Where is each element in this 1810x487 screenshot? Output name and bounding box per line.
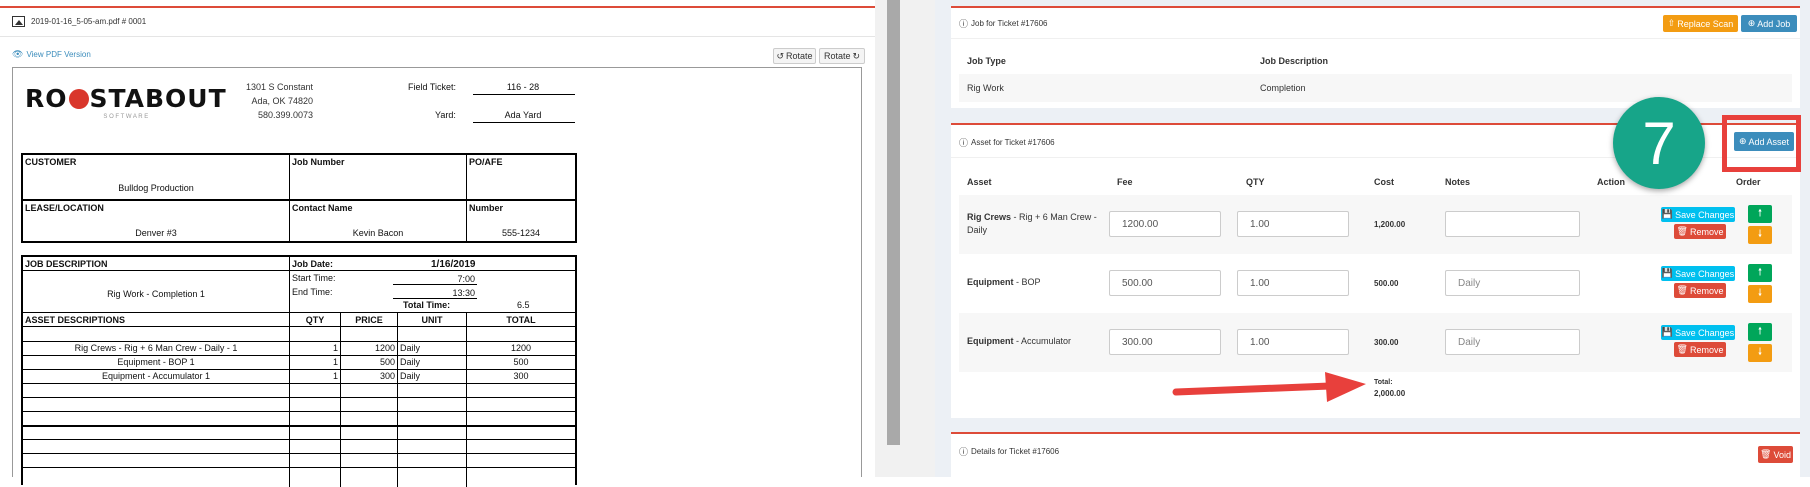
notes-input[interactable] <box>1445 211 1580 237</box>
cost-value: 300.00 <box>1374 338 1399 347</box>
asset-panel-title: ⓘ Asset for Ticket #17606 <box>959 138 1055 148</box>
job-desc-header: Job Description <box>1260 56 1329 66</box>
lease-value: Denver #3 <box>135 228 177 238</box>
arrow-down-icon: 🠗 <box>1757 228 1763 240</box>
arrow-down-icon: 🠗 <box>1757 287 1763 299</box>
save-icon: 💾 <box>1661 327 1674 337</box>
cost-value: 1,200.00 <box>1374 220 1406 229</box>
move-up-button[interactable]: 🠕 <box>1748 264 1772 282</box>
save-changes-button[interactable]: 💾 Save Changes <box>1661 207 1735 222</box>
job-date-value: 1/16/2019 <box>431 259 476 270</box>
yard-value: Ada Yard <box>504 110 542 120</box>
trash-icon: 🗑 <box>1676 285 1688 295</box>
notes-input[interactable]: Daily <box>1445 270 1580 296</box>
rotate-left-icon: ↺ <box>776 50 784 61</box>
qty-input[interactable]: 1.00 <box>1237 211 1349 237</box>
arrow-down-icon: 🠗 <box>1757 346 1763 358</box>
move-up-button[interactable]: 🠕 <box>1748 323 1772 341</box>
move-up-button[interactable]: 🠕 <box>1748 205 1772 223</box>
fee-input[interactable]: 300.00 <box>1109 329 1221 355</box>
image-icon <box>12 16 25 27</box>
asset-row: Equipment - BOP 500.00 1.00 500.00 Daily… <box>959 254 1792 313</box>
remove-button[interactable]: 🗑 Remove <box>1674 224 1726 239</box>
upload-icon: ⇧ <box>1667 18 1676 28</box>
job-asset-box: JOB DESCRIPTION Rig Work - Completion 1 … <box>21 255 577 487</box>
file-header: 2019-01-16_5-05-am.pdf # 0001 <box>12 16 146 27</box>
arrow-up-icon: 🠕 <box>1757 325 1763 337</box>
asset-total: Total: 2,000.00 <box>1374 379 1406 398</box>
arrow-up-icon: 🠕 <box>1757 266 1763 278</box>
number-value: 555-1234 <box>501 228 541 238</box>
annotation-arrow-icon <box>1172 372 1366 402</box>
remove-button[interactable]: 🗑 Remove <box>1674 283 1726 298</box>
plus-circle-icon: ⊕ <box>1738 136 1747 146</box>
panel-top-rule <box>0 6 875 8</box>
document-page: RO STABOUT S O F T W A R E 1301 S Consta… <box>12 67 862 487</box>
total-time-value: 6.5 <box>517 300 530 310</box>
job-type-header: Job Type <box>967 56 1006 66</box>
save-changes-button[interactable]: 💾 Save Changes <box>1661 266 1735 281</box>
file-name: 2019-01-16_5-05-am.pdf # 0001 <box>31 17 147 26</box>
arrow-up-icon: 🠕 <box>1757 207 1763 219</box>
qty-input[interactable]: 1.00 <box>1237 329 1349 355</box>
field-ticket-value: 116 - 28 <box>506 82 540 92</box>
info-icon: ⓘ <box>959 138 969 148</box>
plus-circle-icon: ⊕ <box>1747 18 1756 28</box>
rotate-right-button[interactable]: Rotate ↻ <box>819 48 865 64</box>
job-panel: ⓘ Job for Ticket #17606 ⇧ Replace Scan ⊕ A… <box>951 6 1800 108</box>
customer-value: Bulldog Production <box>118 183 194 193</box>
move-down-button[interactable]: 🠗 <box>1748 344 1772 362</box>
left-panel: 2019-01-16_5-05-am.pdf # 0001 👁 View PDF… <box>0 0 875 487</box>
info-icon: ⓘ <box>959 447 969 457</box>
trash-icon: 🗑 <box>1676 226 1688 236</box>
end-time-value: 13:30 <box>452 288 475 298</box>
notes-input[interactable]: Daily <box>1445 329 1580 355</box>
asset-row: Rig Crews - Rig + 6 Man Crew - Daily 120… <box>959 195 1792 254</box>
replace-scan-button[interactable]: ⇧ Replace Scan <box>1663 15 1738 32</box>
scroll-gutter <box>875 0 935 477</box>
save-icon: 💾 <box>1661 268 1674 278</box>
fee-input[interactable]: 500.00 <box>1109 270 1221 296</box>
qty-input[interactable]: 1.00 <box>1237 270 1349 296</box>
scrollbar-thumb[interactable] <box>887 0 900 445</box>
job-desc-value: Rig Work - Completion 1 <box>107 289 205 299</box>
asset-row: Equipment - Accumulator 300.00 1.00 300.… <box>959 313 1792 372</box>
add-job-button[interactable]: ⊕ Add Job <box>1741 15 1797 32</box>
eye-icon: 👁 <box>12 49 24 59</box>
yard-label: Yard: <box>435 110 456 120</box>
trash-icon: 🗑 <box>1676 344 1688 354</box>
save-changes-button[interactable]: 💾 Save Changes <box>1661 325 1735 340</box>
hard-hat-icon <box>68 88 89 109</box>
details-panel: ⓘ Details for Ticket #17606 🗑 Void <box>951 432 1800 477</box>
start-time-value: 7:00 <box>457 274 475 284</box>
info-icon: ⓘ <box>959 19 969 29</box>
company-address: 1301 S Constant Ada, OK 74820 580.399.00… <box>245 82 313 120</box>
save-icon: 💾 <box>1661 209 1674 219</box>
remove-button[interactable]: 🗑 Remove <box>1674 342 1726 357</box>
fee-input[interactable]: 1200.00 <box>1109 211 1221 237</box>
void-button[interactable]: 🗑 Void <box>1758 446 1793 463</box>
move-down-button[interactable]: 🠗 <box>1748 285 1772 303</box>
rotate-right-icon: ↻ <box>852 50 861 61</box>
trash-icon: 🗑 <box>1760 449 1772 459</box>
contact-value: Kevin Bacon <box>352 228 404 238</box>
rotate-left-button[interactable]: ↺ Rotate <box>773 48 816 64</box>
move-down-button[interactable]: 🠗 <box>1748 226 1772 244</box>
cost-value: 500.00 <box>1374 279 1399 288</box>
field-ticket-label: Field Ticket: <box>408 82 457 92</box>
add-asset-button[interactable]: ⊕ Add Asset <box>1734 132 1794 151</box>
view-pdf-link[interactable]: 👁 View PDF Version <box>12 49 91 60</box>
customer-box: CUSTOMER Bulldog Production Job Number P… <box>21 153 577 243</box>
job-panel-title: ⓘ Job for Ticket #17606 <box>959 19 1048 29</box>
step-number-badge: 7 <box>1613 97 1705 189</box>
roustabout-logo: RO STABOUT S O F T W A R E <box>25 84 227 120</box>
details-panel-title: ⓘ Details for Ticket #17606 <box>959 447 1060 457</box>
